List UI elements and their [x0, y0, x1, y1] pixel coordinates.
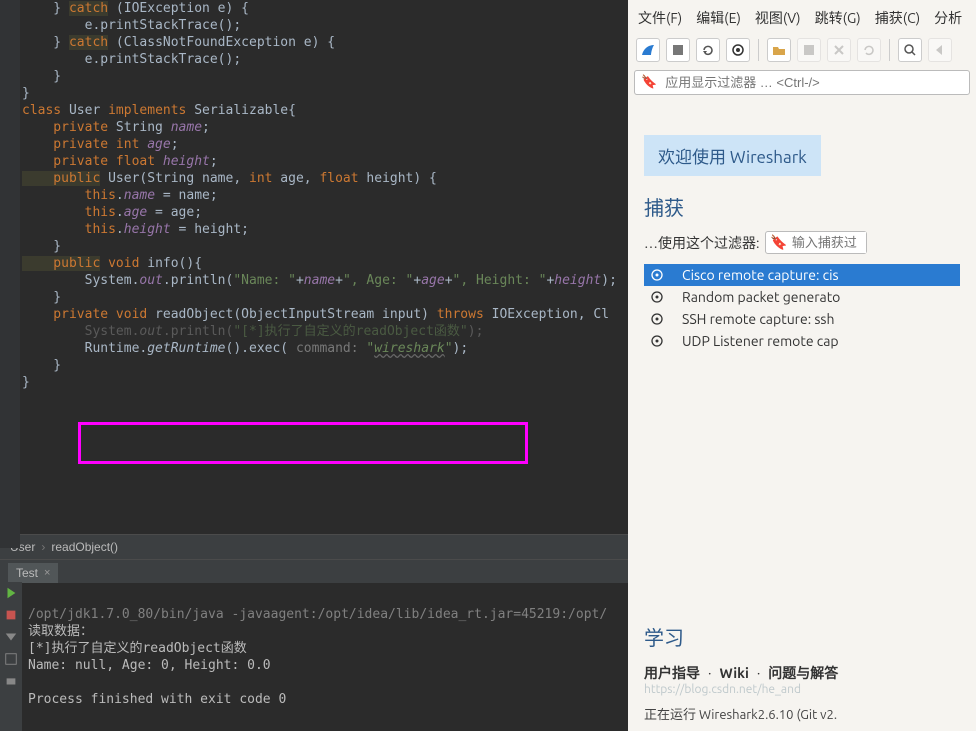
open-icon[interactable]: [767, 38, 791, 62]
console-out: [*]执行了自定义的readObject函数: [28, 641, 247, 656]
interface-row[interactable]: SSH remote capture: ssh: [644, 308, 960, 330]
keyword-catch: catch: [69, 1, 108, 16]
console-out: 读取数据：: [28, 624, 93, 639]
gear-icon: [650, 334, 664, 348]
display-filter-input[interactable]: [663, 71, 969, 94]
close-icon[interactable]: ×: [44, 567, 50, 579]
wireshark-window: 文件(F) 编辑(E) 视图(V) 跳转(G) 捕获(C) 分析 🔖 欢迎使用 …: [628, 0, 976, 731]
options-icon[interactable]: [726, 38, 750, 62]
annotation-highlight: [78, 422, 528, 464]
link-wiki[interactable]: Wiki: [719, 665, 748, 681]
menu-bar[interactable]: 文件(F) 编辑(E) 视图(V) 跳转(G) 捕获(C) 分析: [628, 0, 976, 36]
welcome-title: 欢迎使用 Wireshark: [644, 135, 821, 176]
menu-capture[interactable]: 捕获(C): [875, 8, 920, 28]
link-user-guide[interactable]: 用户指导: [644, 663, 700, 683]
interface-row[interactable]: Random packet generato: [644, 286, 960, 308]
link-qa[interactable]: 问题与解答: [768, 663, 838, 683]
bookmark-icon[interactable]: 🔖: [770, 234, 787, 251]
interface-row[interactable]: UDP Listener remote cap: [644, 330, 960, 352]
console-out: Name: null, Age: 0, Height: 0.0: [28, 658, 271, 673]
interface-label: SSH remote capture: ssh: [682, 311, 835, 327]
restart-capture-icon[interactable]: [696, 38, 720, 62]
save-icon[interactable]: [797, 38, 821, 62]
back-icon[interactable]: [928, 38, 952, 62]
interface-list[interactable]: Cisco remote capture: cis Random packet …: [644, 264, 960, 352]
keyword-catch: catch: [69, 35, 108, 50]
stop-icon[interactable]: [4, 608, 18, 622]
capture-filter-field[interactable]: 🔖: [765, 231, 866, 254]
run-tab-label: Test: [16, 566, 38, 580]
learn-heading: 学习: [644, 622, 976, 651]
console-exit: Process finished with exit code 0: [28, 692, 286, 707]
interface-label: UDP Listener remote cap: [682, 333, 839, 349]
down-icon[interactable]: [4, 630, 18, 644]
code: }: [22, 1, 69, 16]
interface-label: Cisco remote capture: cis: [682, 267, 839, 283]
menu-analyze[interactable]: 分析: [934, 8, 962, 28]
breadcrumb[interactable]: User › readObject(): [0, 534, 628, 560]
shark-fin-icon[interactable]: [636, 38, 660, 62]
gear-icon: [650, 290, 664, 304]
find-icon[interactable]: [898, 38, 922, 62]
capture-heading: 捕获: [644, 192, 960, 221]
layout-icon[interactable]: [4, 652, 18, 666]
bookmark-icon[interactable]: 🔖: [635, 71, 663, 94]
run-tool-icons: [0, 582, 22, 731]
parameter-hint: command:: [296, 341, 366, 356]
code-editor[interactable]: } catch (IOException e) { e.printStackTr…: [0, 0, 628, 534]
gear-icon: [650, 268, 664, 282]
run-tab-bar: Test ×: [0, 560, 628, 583]
breadcrumb-method[interactable]: readObject(): [51, 540, 118, 554]
interface-label: Random packet generato: [682, 289, 840, 305]
reload-icon[interactable]: [857, 38, 881, 62]
gear-icon: [650, 312, 664, 326]
status-bar: 正在运行 Wireshark2.6.10 (Git v2.: [644, 704, 976, 723]
display-filter[interactable]: 🔖: [634, 70, 970, 95]
ide-pane: } catch (IOException e) { e.printStackTr…: [0, 0, 628, 731]
learn-links: 用户指导 · Wiki · 问题与解答: [644, 663, 976, 683]
separator: [758, 39, 759, 61]
capture-filter-label: …使用这个过滤器:: [644, 233, 759, 253]
menu-file[interactable]: 文件(F): [638, 8, 682, 28]
stop-capture-icon[interactable]: [666, 38, 690, 62]
rerun-icon[interactable]: [4, 586, 18, 600]
print-icon[interactable]: [4, 674, 18, 688]
close-file-icon[interactable]: [827, 38, 851, 62]
toolbar: [628, 36, 976, 68]
separator: [889, 39, 890, 61]
chevron-right-icon: ›: [41, 540, 45, 554]
capture-filter-input[interactable]: [788, 232, 866, 253]
console-cmd: /opt/jdk1.7.0_80/bin/java -javaagent:/op…: [28, 607, 607, 622]
menu-edit[interactable]: 编辑(E): [696, 8, 741, 28]
interface-row[interactable]: Cisco remote capture: cis: [644, 264, 960, 286]
menu-view[interactable]: 视图(V): [755, 8, 801, 28]
run-console[interactable]: /opt/jdk1.7.0_80/bin/java -javaagent:/op…: [0, 583, 628, 731]
watermark-url: https://blog.csdn.net/he_and: [644, 683, 976, 696]
menu-go[interactable]: 跳转(G): [815, 8, 861, 28]
run-tab-test[interactable]: Test ×: [8, 563, 58, 583]
